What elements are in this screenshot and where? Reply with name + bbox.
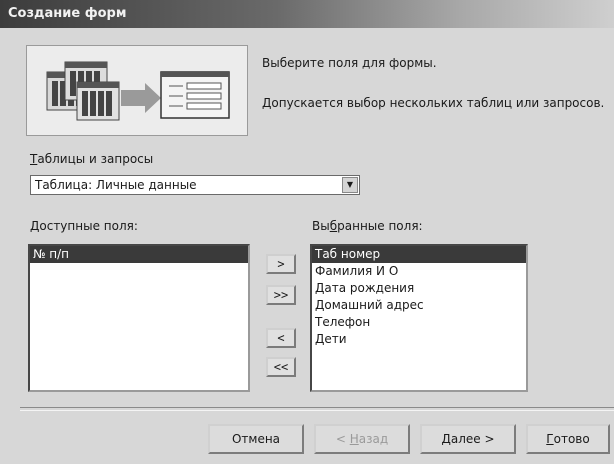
window-title: Создание форм xyxy=(8,6,127,21)
available-fields-list[interactable]: № п/п xyxy=(28,244,250,392)
window-titlebar: Создание форм xyxy=(0,0,614,28)
tables-queries-value: Таблица: Личные данные xyxy=(35,178,197,192)
tables-queries-select[interactable]: Таблица: Личные данные ▼ xyxy=(30,175,360,195)
list-item[interactable]: № п/п xyxy=(30,246,248,263)
selected-fields-label: Выбранные поля: xyxy=(312,219,423,233)
dropdown-arrow-icon[interactable]: ▼ xyxy=(342,177,358,193)
list-item[interactable]: Домашний адрес xyxy=(312,297,526,314)
cancel-button[interactable]: Отмена xyxy=(208,424,304,454)
list-item[interactable]: Дата рождения xyxy=(312,280,526,297)
list-item[interactable]: Фамилия И О xyxy=(312,263,526,280)
available-fields-label: Доступные поля: xyxy=(30,219,138,233)
selected-fields-list[interactable]: Таб номер Фамилия И О Дата рождения Дома… xyxy=(310,244,528,392)
remove-all-fields-button[interactable]: << xyxy=(266,357,296,377)
back-button[interactable]: < Назад xyxy=(314,424,410,454)
instruction-text: Выберите поля для формы. xyxy=(262,56,437,70)
wizard-illustration xyxy=(26,45,248,136)
add-field-button[interactable]: > xyxy=(266,254,296,274)
list-item[interactable]: Таб номер xyxy=(312,246,526,263)
next-button[interactable]: Далее > xyxy=(420,424,516,454)
tables-to-form-icon xyxy=(46,61,230,121)
list-item[interactable]: Телефон xyxy=(312,314,526,331)
footer-divider xyxy=(20,407,614,411)
hint-text: Допускается выбор нескольких таблиц или … xyxy=(262,96,605,110)
add-all-fields-button[interactable]: >> xyxy=(266,285,296,305)
finish-button[interactable]: Готово xyxy=(526,424,610,454)
list-item[interactable]: Дети xyxy=(312,331,526,348)
tables-queries-label: Таблицы и запросы xyxy=(30,152,154,166)
remove-field-button[interactable]: < xyxy=(266,328,296,348)
